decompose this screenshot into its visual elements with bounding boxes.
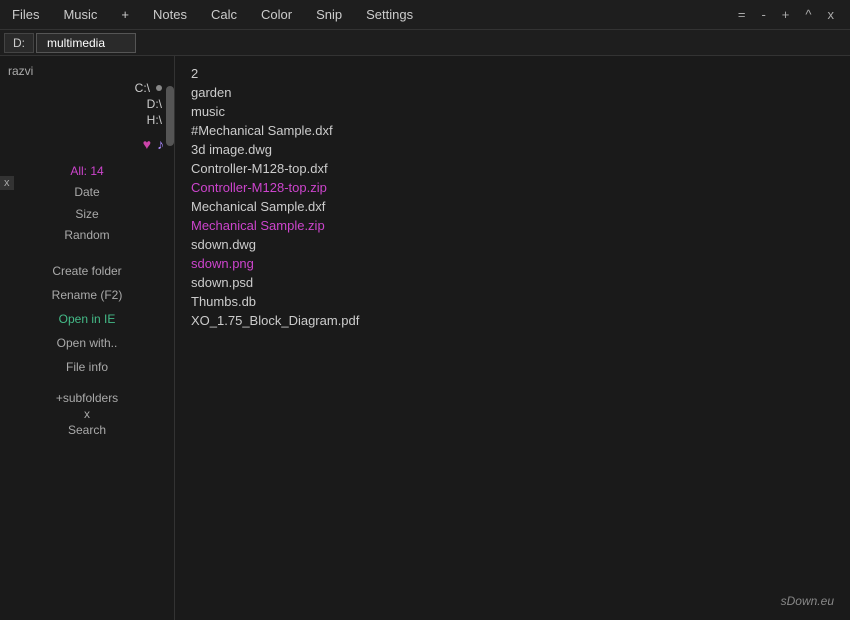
all-count: All: 14 [0,164,174,178]
main-area: razvi C:\ D:\ H:\ x ♥ ♪ [0,56,850,620]
drive-c[interactable]: C:\ [0,80,168,96]
action-open-with[interactable]: Open with.. [0,331,174,355]
file-item[interactable]: Mechanical Sample.dxf [187,197,838,216]
sidebar-scrollbar[interactable] [166,86,174,146]
drive-label[interactable]: D: [4,33,34,53]
sidebar: razvi C:\ D:\ H:\ x ♥ ♪ [0,56,175,620]
action-create-folder[interactable]: Create folder [0,259,174,283]
music-icon[interactable]: ♪ [157,136,164,152]
file-item[interactable]: XO_1.75_Block_Diagram.pdf [187,311,838,330]
sidebar-bottom: +subfolders x Search [0,391,174,437]
window-eq[interactable]: = [730,5,754,24]
window-restore[interactable]: ^ [797,5,819,24]
sort-size[interactable]: Size [0,204,174,226]
menu-add[interactable]: + [109,5,141,24]
window-plus[interactable]: + [774,5,798,24]
sort-date[interactable]: Date [0,182,174,204]
branding: sDown.eu [781,594,834,608]
drive-h[interactable]: H:\ [0,112,168,128]
menu-snip[interactable]: Snip [304,5,354,24]
heart-icon[interactable]: ♥ [143,136,151,152]
sidebar-drives: C:\ D:\ H:\ [0,80,174,128]
path-bar: D: multimedia [0,30,850,56]
file-item[interactable]: Controller-M128-top.dxf [187,159,838,178]
window-close[interactable]: x [820,5,843,24]
menu-music[interactable]: Music [51,5,109,24]
menu-bar: Files Music + Notes Calc Color Snip Sett… [0,0,850,30]
window-controls: = - + ^ x [730,5,850,24]
file-item[interactable]: sdown.psd [187,273,838,292]
subfolders-toggle[interactable]: +subfolders [0,391,174,405]
sidebar-user: razvi [0,60,174,80]
file-item[interactable]: garden [187,83,838,102]
window-minimize[interactable]: - [753,5,773,24]
main-window: Files Music + Notes Calc Color Snip Sett… [0,0,850,620]
menu-notes[interactable]: Notes [141,5,199,24]
drive-d[interactable]: D:\ [0,96,168,112]
file-item[interactable]: sdown.png [187,254,838,273]
menu-color[interactable]: Color [249,5,304,24]
action-open-ie[interactable]: Open in IE [0,307,174,331]
file-item[interactable]: #Mechanical Sample.dxf [187,121,838,140]
sort-options: Date Size Random [0,182,174,247]
drive-c-dot [156,85,162,91]
file-item[interactable]: sdown.dwg [187,235,838,254]
file-item[interactable]: 3d image.dwg [187,140,838,159]
sidebar-icon-row: ♥ ♪ [0,136,174,152]
sidebar-info: All: 14 Date Size Random [0,156,174,251]
sort-random[interactable]: Random [0,225,174,247]
file-item[interactable]: music [187,102,838,121]
file-item[interactable]: Mechanical Sample.zip [187,216,838,235]
path-value[interactable]: multimedia [36,33,136,53]
menu-calc[interactable]: Calc [199,5,249,24]
sidebar-actions: Create folder Rename (F2) Open in IE Ope… [0,255,174,383]
file-area: 2 garden music #Mechanical Sample.dxf 3d… [175,56,850,620]
file-item[interactable]: 2 [187,64,838,83]
file-item[interactable]: Controller-M128-top.zip [187,178,838,197]
action-rename[interactable]: Rename (F2) [0,283,174,307]
sidebar-close-x[interactable]: x [0,176,14,190]
file-item[interactable]: Thumbs.db [187,292,838,311]
menu-files[interactable]: Files [0,5,51,24]
menu-settings[interactable]: Settings [354,5,425,24]
sidebar-x2[interactable]: x [0,407,174,421]
search-button[interactable]: Search [0,423,174,437]
action-file-info[interactable]: File info [0,355,174,379]
